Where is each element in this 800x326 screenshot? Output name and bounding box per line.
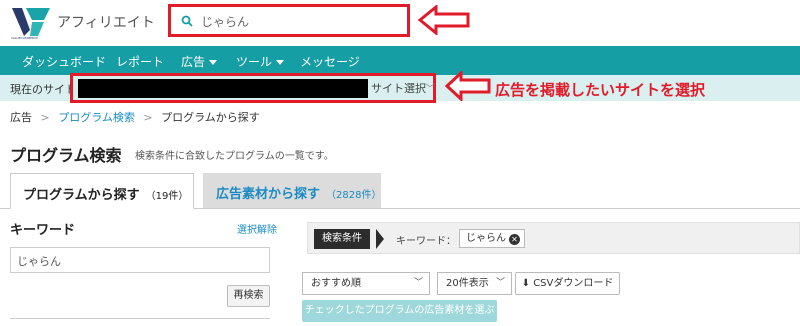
nav-messages[interactable]: メッセージ <box>300 53 360 70</box>
tab-ad-material-label: 広告素材から探す （2828件） <box>216 183 381 202</box>
breadcrumb-ads[interactable]: 広告 <box>10 111 32 124</box>
conditions-tag: 検索条件 <box>314 229 370 249</box>
tab-ad-material-count: （2828件） <box>326 190 382 201</box>
left-arrow-annotation-icon <box>445 71 491 101</box>
site-bar: 現在のサイト サイト選択 ﹀ 広告を掲載したいサイトを選択 <box>0 71 800 103</box>
annotation-text: 広告を掲載したいサイトを選択 <box>495 81 706 99</box>
page-description: 検索条件に合致したプログラムの一覧です。 <box>135 151 334 162</box>
tag-arrow <box>376 229 384 249</box>
search-conditions: 検索条件 キーワード： じゃらん ✕ <box>307 222 800 254</box>
csv-download-button[interactable]: ⬇ CSVダウンロード <box>515 272 620 295</box>
valuecommerce-logo[interactable]: VALUECOMMERCE <box>10 6 52 40</box>
csv-download-label: CSVダウンロード <box>533 278 614 289</box>
nav-ads[interactable]: 広告 <box>181 53 218 70</box>
sort-select-value: おすすめ順 <box>311 278 361 289</box>
download-icon: ⬇ <box>521 278 531 289</box>
clear-selection-link[interactable]: 選択解除 <box>237 221 277 236</box>
divider <box>10 318 270 319</box>
site-select[interactable]: サイト選択 ﹀ <box>70 73 436 103</box>
search-icon <box>181 15 193 27</box>
breadcrumb-current: プログラムから探す <box>161 111 260 124</box>
chevron-down-icon: ﹀ <box>425 84 435 95</box>
tab-program-label: プログラムから探す （19件） <box>23 184 188 203</box>
keyword-input[interactable]: じゃらん <box>10 247 270 273</box>
per-page-value: 20件表示 <box>446 278 489 289</box>
breadcrumb-separator: > <box>40 111 50 124</box>
tab-program-text: プログラムから探す <box>23 188 140 203</box>
search-field[interactable]: じゃらん <box>168 4 410 37</box>
nav-ads-label: 広告 <box>181 55 206 69</box>
tab-program-count: （19件） <box>145 191 189 202</box>
search-again-button[interactable]: 再検索 <box>227 285 270 307</box>
chevron-down-icon: ﹀ <box>495 278 505 288</box>
header: VALUECOMMERCE アフィリエイト じゃらん <box>0 0 800 46</box>
remove-chip-icon[interactable]: ✕ <box>509 234 520 245</box>
app-title: アフィリエイト <box>57 15 155 31</box>
nav-dashboard[interactable]: ダッシュボード <box>22 53 106 70</box>
main-nav: ダッシュボード レポート 広告 ツール メッセージ <box>0 46 800 75</box>
caret-down-icon <box>276 60 285 65</box>
per-page-select[interactable]: 20件表示 ﹀ <box>437 272 512 295</box>
current-site-label: 現在のサイト <box>10 83 76 96</box>
select-checked-materials-button[interactable]: チェックしたプログラムの広告素材を選ぶ <box>302 300 497 322</box>
breadcrumb: 広告 > プログラム検索 > プログラムから探す <box>10 109 260 125</box>
nav-report[interactable]: レポート <box>116 53 164 70</box>
breadcrumb-program-search[interactable]: プログラム検索 <box>58 111 135 124</box>
logo-small-text: VALUECOMMERCE <box>11 36 38 40</box>
keyword-label: キーワード <box>10 223 76 238</box>
tab-ad-material[interactable]: 広告素材から探す （2828件） <box>203 173 381 208</box>
search-input[interactable]: じゃらん <box>201 13 249 30</box>
conditions-key: キーワード： <box>396 236 456 247</box>
sort-select[interactable]: おすすめ順 ﹀ <box>302 272 430 295</box>
page-title: プログラム検索 <box>10 146 122 165</box>
keyword-chip: じゃらん ✕ <box>459 229 525 248</box>
caret-down-icon <box>209 60 218 65</box>
tab-program[interactable]: プログラムから探す （19件） <box>10 173 194 209</box>
nav-tools-label: ツール <box>236 55 273 69</box>
breadcrumb-separator: > <box>143 111 153 124</box>
keyword-chip-text: じゃらん <box>466 233 506 244</box>
site-select-label: サイト選択 <box>371 82 426 95</box>
redacted-site-name <box>78 79 368 98</box>
left-arrow-annotation-icon <box>418 5 470 35</box>
tab-ad-material-text: 広告素材から探す <box>216 187 321 202</box>
nav-tools[interactable]: ツール <box>236 53 285 70</box>
chevron-down-icon: ﹀ <box>413 278 423 288</box>
